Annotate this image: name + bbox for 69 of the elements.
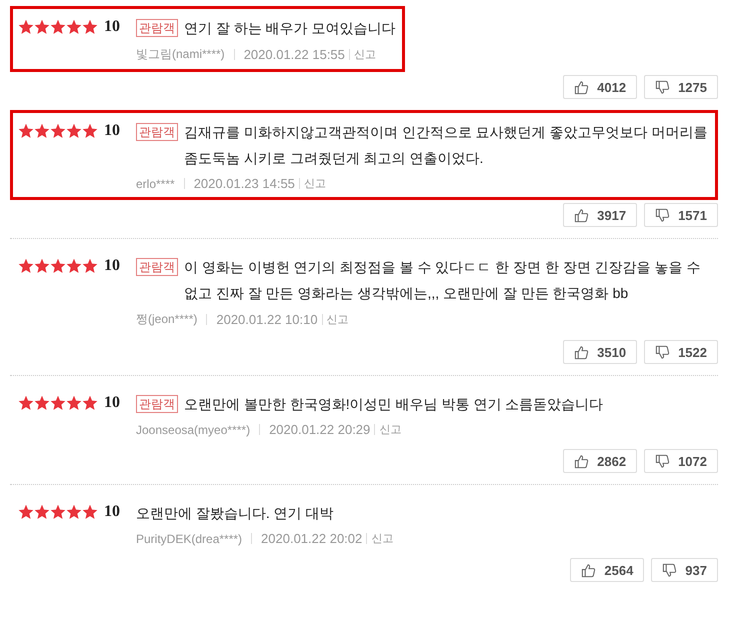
review-date: 2020.01.22 20:02 bbox=[261, 531, 362, 546]
dislike-button[interactable]: 1571 bbox=[644, 203, 718, 227]
star-icon bbox=[18, 258, 34, 274]
review-text: 이 영화는 이병헌 연기의 최정점을 볼 수 있다ㄷㄷ 한 장면 한 장면 긴장감을 놓을 수 없고 진짜 잘 만든 영화라는 생각밖에는,,, 오랜만에 잘 만든 한국영화 bb bbox=[184, 258, 702, 303]
like-button[interactable]: 2564 bbox=[570, 558, 644, 582]
star-icon bbox=[50, 19, 66, 35]
star-icon bbox=[50, 123, 66, 139]
star-icon bbox=[50, 504, 66, 520]
score: 10 bbox=[104, 503, 120, 521]
star-icon bbox=[34, 123, 50, 139]
audience-badge: 관람객 bbox=[136, 19, 178, 37]
star-icon bbox=[34, 504, 50, 520]
star-icon bbox=[34, 19, 50, 35]
like-button[interactable]: 4012 bbox=[563, 75, 638, 99]
thumbs-down-icon bbox=[655, 208, 670, 222]
thumbs-down-icon bbox=[655, 344, 670, 360]
author: 빛그림(nami****) bbox=[136, 46, 225, 63]
review-date: 2020.01.22 20:29 bbox=[269, 422, 370, 437]
score: 10 bbox=[104, 257, 120, 275]
author: erlo**** bbox=[136, 176, 175, 190]
star-icon bbox=[50, 258, 66, 274]
score: 10 bbox=[104, 18, 120, 36]
thumbs-up-icon bbox=[581, 562, 596, 578]
star-icon bbox=[82, 123, 98, 139]
like-button[interactable]: 3510 bbox=[563, 340, 638, 364]
dislike-button[interactable]: 1275 bbox=[644, 75, 718, 99]
star-icon bbox=[82, 258, 98, 274]
dislike-button[interactable]: 1522 bbox=[644, 340, 718, 364]
thumbs-up-icon bbox=[574, 344, 590, 360]
author: Joonseosa(myeo****) bbox=[136, 422, 250, 436]
like-button[interactable]: 3917 bbox=[563, 203, 638, 227]
thumbs-up-icon bbox=[574, 454, 590, 468]
star-icon bbox=[34, 395, 50, 411]
star-icon bbox=[34, 258, 50, 274]
star-icon bbox=[66, 504, 82, 520]
audience-badge: 관람객 bbox=[136, 395, 178, 413]
star-icon bbox=[50, 395, 66, 411]
review-date: 2020.01.22 10:10 bbox=[216, 312, 318, 327]
review-text: 오랜만에 잘봤습니다. 연기 대박 bbox=[136, 504, 334, 523]
star-icon bbox=[18, 19, 34, 35]
dislike-button[interactable]: 1072 bbox=[644, 449, 718, 473]
review-text: 오랜만에 볼만한 한국영화!이성민 배우님 박통 연기 소름돋았습니다 bbox=[184, 395, 604, 414]
star-icon bbox=[18, 123, 34, 139]
star-icon bbox=[82, 395, 98, 411]
star-icon bbox=[66, 19, 82, 35]
audience-badge: 관람객 bbox=[136, 123, 178, 141]
star-icon bbox=[82, 504, 98, 520]
star-icon bbox=[66, 123, 82, 139]
thumbs-down-icon bbox=[655, 80, 670, 94]
star-icon bbox=[66, 258, 82, 274]
review-date: 2020.01.23 14:55 bbox=[194, 176, 295, 191]
score: 10 bbox=[104, 122, 120, 140]
star-icon bbox=[66, 395, 82, 411]
score: 10 bbox=[104, 394, 120, 412]
star-icon bbox=[82, 19, 98, 35]
thumbs-up-icon bbox=[574, 208, 590, 222]
thumbs-up-icon bbox=[574, 80, 590, 94]
author: 쩡(jeon****) bbox=[136, 311, 198, 328]
thumbs-down-icon bbox=[655, 454, 670, 468]
review-text: 연기 잘 하는 배우가 모여있습니다 bbox=[184, 19, 396, 38]
author: PurityDEK(drea****) bbox=[136, 532, 242, 546]
star-icon bbox=[18, 395, 34, 411]
star-icon bbox=[18, 504, 34, 520]
audience-badge: 관람객 bbox=[136, 258, 178, 276]
like-button[interactable]: 2862 bbox=[563, 449, 638, 473]
review-date: 2020.01.22 15:55 bbox=[244, 47, 345, 62]
dislike-button[interactable]: 937 bbox=[651, 558, 718, 582]
thumbs-down-icon bbox=[662, 562, 678, 578]
review-text: 김재규를 미화하지않고객관적이며 인간적으로 묘사했던게 좋았고무엇보다 머머리를 좀도둑놈 시키로 그려줬던게 최고의 연출이었다. bbox=[184, 123, 708, 168]
